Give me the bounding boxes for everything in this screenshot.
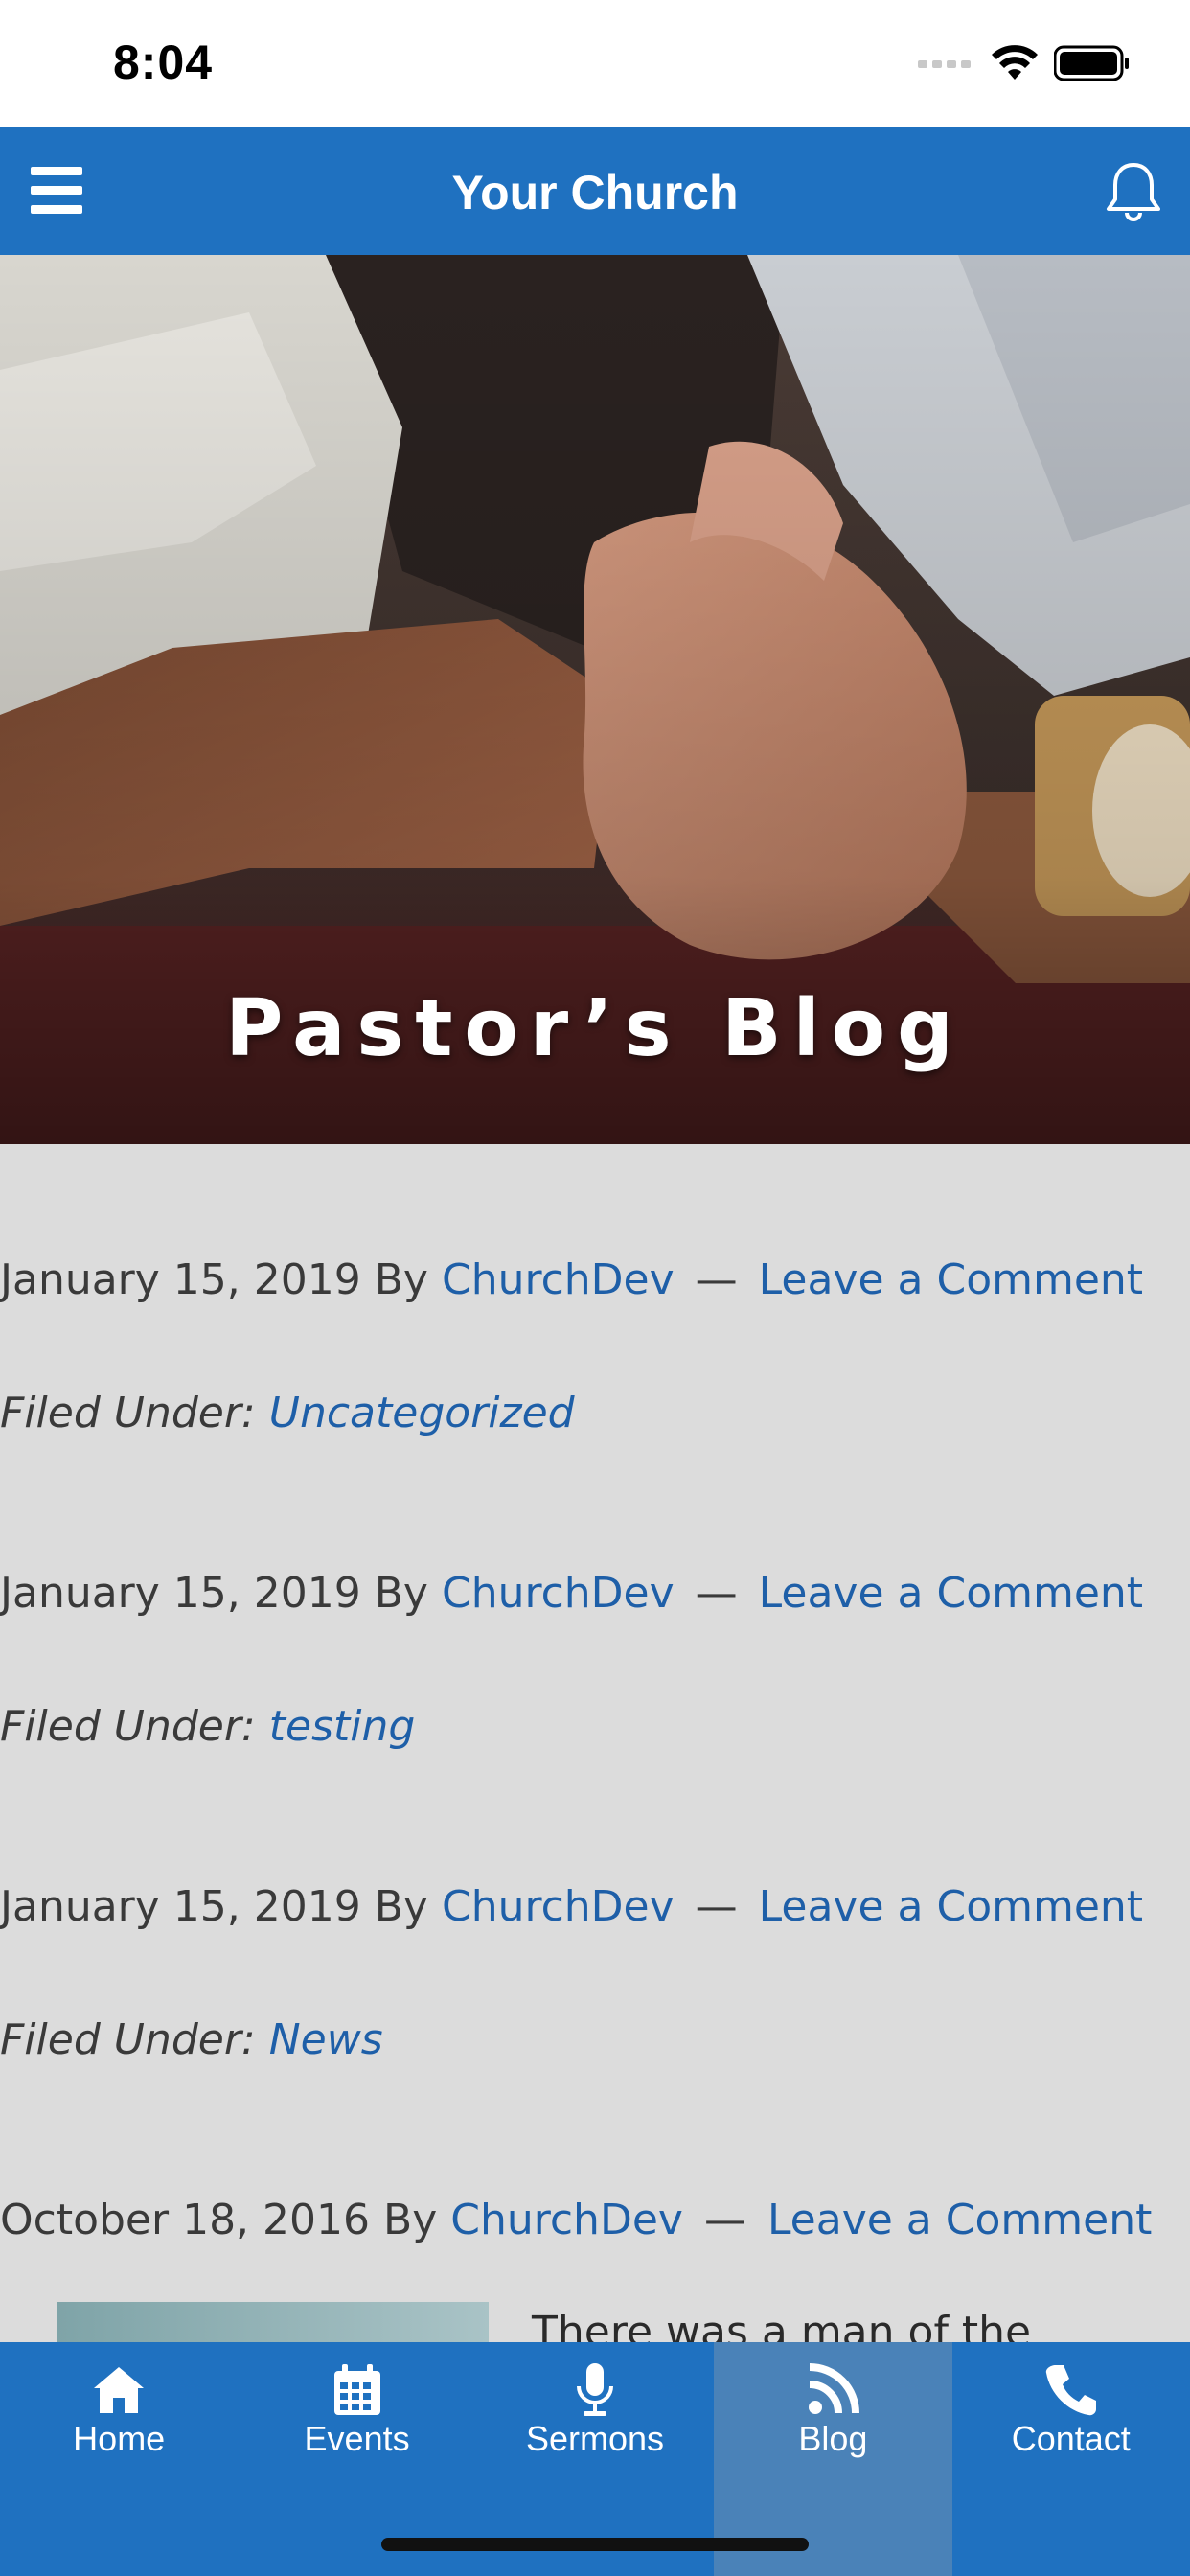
- blog-post: January 15, 2019 By ChurchDev — Leave a Co…: [0, 1569, 1190, 1751]
- post-date: October 18, 2016: [0, 2196, 371, 2244]
- status-time: 8:04: [113, 35, 214, 89]
- post-by: By: [374, 1569, 428, 1618]
- post-meta: January 15, 2019 By ChurchDev — Leave a Co…: [0, 1255, 1190, 1304]
- category-link[interactable]: Uncategorized: [269, 1389, 575, 1438]
- blog-post: January 15, 2019 By ChurchDev — Leave a Co…: [0, 1882, 1190, 2064]
- hero-title: Pastor’s Blog: [225, 983, 965, 1074]
- blog-list: January 15, 2019 By ChurchDev — Leave a Co…: [0, 1144, 1190, 2342]
- post-by: By: [374, 1255, 428, 1304]
- calendar-icon: [333, 2364, 380, 2415]
- post-excerpt: There was a man of the: [532, 2308, 1032, 2342]
- status-bar: 8:04: [0, 0, 1190, 126]
- microphone-icon: [576, 2363, 613, 2416]
- wifi-icon: [992, 45, 1038, 80]
- post-category-line: Filed Under: testing: [0, 1702, 1190, 1751]
- blog-post: January 15, 2019 By ChurchDev — Leave a Co…: [0, 1255, 1190, 1438]
- battery-icon: [1054, 45, 1129, 81]
- meta-separator: —: [695, 1569, 738, 1618]
- signal-icon: [918, 60, 971, 68]
- filed-under-label: Filed Under:: [0, 1389, 256, 1438]
- post-category-line: Filed Under: News: [0, 2015, 1190, 2064]
- tab-label: Contact: [1011, 2419, 1131, 2458]
- leave-comment-link[interactable]: Leave a Comment: [759, 1882, 1143, 1931]
- post-by: By: [374, 1882, 428, 1931]
- filed-under-label: Filed Under:: [0, 1702, 256, 1751]
- rss-icon: [809, 2363, 860, 2414]
- post-author-link[interactable]: ChurchDev: [442, 1255, 675, 1304]
- meta-separator: —: [703, 2196, 746, 2244]
- post-author-link[interactable]: ChurchDev: [450, 2196, 683, 2244]
- post-date: January 15, 2019: [0, 1255, 361, 1304]
- post-thumbnail[interactable]: [57, 2302, 489, 2342]
- post-by: By: [383, 2196, 438, 2244]
- tab-label: Home: [73, 2419, 166, 2458]
- category-link[interactable]: testing: [269, 1702, 416, 1751]
- leave-comment-link[interactable]: Leave a Comment: [759, 1569, 1143, 1618]
- leave-comment-link[interactable]: Leave a Comment: [759, 1255, 1143, 1304]
- tab-label: Blog: [798, 2419, 868, 2458]
- meta-separator: —: [695, 1255, 738, 1304]
- phone-icon: [1045, 2365, 1096, 2416]
- post-meta: January 15, 2019 By ChurchDev — Leave a Co…: [0, 1882, 1190, 1931]
- home-icon: [94, 2367, 145, 2413]
- tab-contact[interactable]: Contact: [952, 2342, 1190, 2576]
- post-date: January 15, 2019: [0, 1569, 361, 1618]
- post-category-line: Filed Under: Uncategorized: [0, 1389, 1190, 1438]
- app-title: Your Church: [451, 166, 739, 219]
- post-meta: October 18, 2016 By ChurchDev — Leave a Co…: [0, 2196, 1190, 2244]
- leave-comment-link[interactable]: Leave a Comment: [767, 2196, 1152, 2244]
- blog-post: October 18, 2016 By ChurchDev — Leave a Co…: [0, 2196, 1190, 2244]
- post-author-link[interactable]: ChurchDev: [442, 1569, 675, 1618]
- tab-label: Events: [304, 2419, 410, 2458]
- bell-icon: [1107, 163, 1160, 221]
- category-link[interactable]: News: [269, 2015, 383, 2064]
- post-meta: January 15, 2019 By ChurchDev — Leave a Co…: [0, 1569, 1190, 1618]
- post-author-link[interactable]: ChurchDev: [442, 1882, 675, 1931]
- status-indicators: [918, 44, 1131, 82]
- home-indicator[interactable]: [381, 2538, 809, 2551]
- tab-label: Sermons: [525, 2419, 664, 2458]
- notifications-button[interactable]: [1104, 161, 1163, 222]
- meta-separator: —: [695, 1882, 738, 1931]
- filed-under-label: Filed Under:: [0, 2015, 256, 2064]
- tab-home[interactable]: Home: [0, 2342, 238, 2576]
- post-date: January 15, 2019: [0, 1882, 361, 1931]
- hero-banner: Pastor’s Blog: [0, 255, 1190, 1144]
- app-header: Your Church: [0, 126, 1190, 255]
